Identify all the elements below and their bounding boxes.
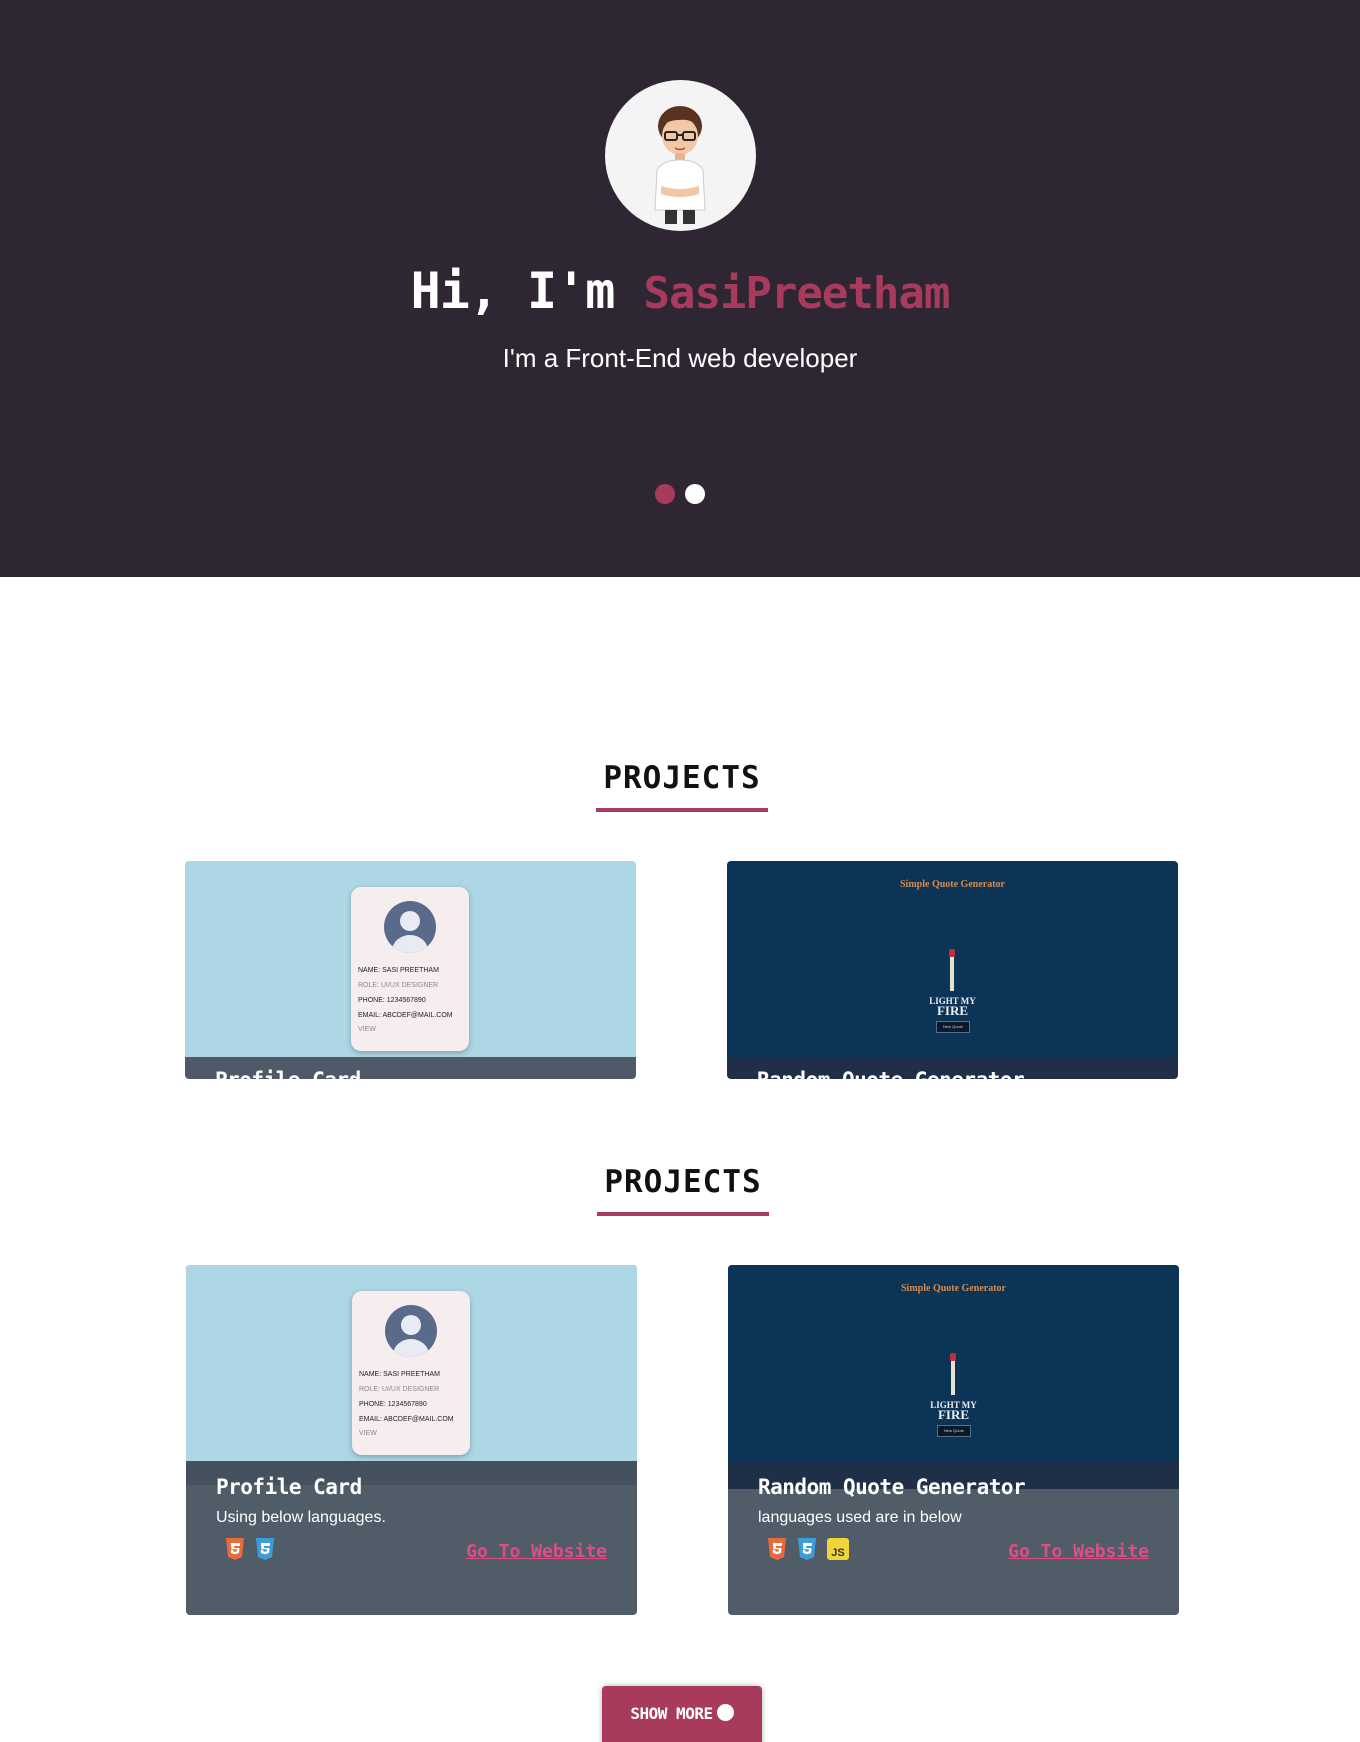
quote-preview-text: LIGHT MY FIRE: [728, 1401, 1179, 1422]
card-title: Profile Card: [216, 1475, 362, 1499]
project-card[interactable]: NAME: SASI PREETHAM ROLE: UI/UX DESIGNER…: [185, 861, 636, 1079]
preview-role: ROLE: UI/UX DESIGNER: [359, 1386, 440, 1393]
preview-email: EMAIL: ABCDEF@MAIL.COM: [358, 1012, 453, 1019]
hero-section: Hi, I'm SasiPreetham I'm a Front-End web…: [0, 0, 1360, 577]
html5-icon: [226, 1538, 244, 1560]
quote-preview-title: Simple Quote Generator: [900, 879, 1005, 890]
match-head-icon: [949, 949, 955, 957]
preview-view: VIEW: [359, 1430, 377, 1437]
project-card: Simple Quote Generator LIGHT MY FIRE New…: [728, 1265, 1179, 1615]
carousel-dot-1[interactable]: [655, 484, 675, 504]
project-thumbnail: NAME: SASI PREETHAM ROLE: UI/UX DESIGNER…: [186, 1265, 637, 1461]
card-title: Profile Card: [215, 1068, 361, 1079]
hero-greeting: Hi, I'm: [410, 262, 616, 320]
preview-name: NAME: SASI PREETHAM: [359, 1371, 440, 1378]
language-icons: [224, 1537, 280, 1561]
preview-phone: PHONE: 1234567890: [359, 1401, 427, 1408]
user-silhouette-icon: [385, 1305, 437, 1357]
hero-heading: Hi, I'm SasiPreetham: [0, 262, 1360, 320]
hero-subtitle: I'm a Front-End web developer: [502, 343, 858, 373]
section-title: PROJECTS: [596, 760, 768, 812]
matchstick-icon: [950, 953, 954, 991]
section-underline: [597, 1212, 769, 1216]
project-thumbnail: Simple Quote Generator LIGHT MY FIRE New…: [728, 1265, 1179, 1461]
new-quote-button-preview: New Quote: [937, 1425, 971, 1437]
css3-icon: [256, 1538, 275, 1560]
project-card[interactable]: Simple Quote Generator LIGHT MY FIRE New…: [727, 861, 1178, 1079]
css3-icon: [798, 1538, 817, 1560]
carousel-dots: [0, 484, 1360, 504]
cartoon-avatar-icon: [654, 106, 706, 224]
go-to-website-link[interactable]: Go To Website: [1008, 1541, 1149, 1562]
chevron-down-icon: [716, 1704, 734, 1733]
section-title-text: PROJECTS: [604, 1164, 762, 1200]
preview-email: EMAIL: ABCDEF@MAIL.COM: [359, 1416, 454, 1423]
quote-preview-title: Simple Quote Generator: [901, 1283, 1006, 1294]
quote-line-2: FIRE: [936, 1003, 969, 1018]
section-title-text: PROJECTS: [603, 760, 761, 796]
project-card: NAME: SASI PREETHAM ROLE: UI/UX DESIGNER…: [186, 1265, 637, 1615]
card-description: languages used are in below: [758, 1509, 962, 1526]
user-silhouette-icon: [384, 901, 436, 953]
hero-name: SasiPreetham: [643, 268, 950, 319]
go-to-website-link[interactable]: Go To Website: [466, 1541, 607, 1562]
show-more-label: SHOW MORE: [630, 1704, 713, 1723]
preview-role: ROLE: UI/UX DESIGNER: [358, 982, 439, 989]
new-quote-button-preview: New Quote: [936, 1021, 970, 1033]
project-thumbnail: Simple Quote Generator LIGHT MY FIRE New…: [727, 861, 1178, 1057]
project-thumbnail: NAME: SASI PREETHAM ROLE: UI/UX DESIGNER…: [185, 861, 636, 1057]
show-more-button[interactable]: SHOW MORE: [602, 1686, 762, 1742]
card-description: Using below languages.: [216, 1509, 386, 1526]
matchstick-icon: [951, 1357, 955, 1395]
svg-text:JS: JS: [831, 1547, 844, 1559]
card-title: Random Quote Generator: [758, 1475, 1026, 1499]
section-title: PROJECTS: [597, 1164, 769, 1216]
card-title: Random Quote Generator: [757, 1068, 1025, 1079]
match-head-icon: [950, 1353, 956, 1361]
preview-phone: PHONE: 1234567890: [358, 997, 426, 1004]
quote-preview-text: LIGHT MY FIRE: [727, 997, 1178, 1018]
section-underline: [596, 808, 768, 812]
js-icon: JS: [826, 1538, 849, 1560]
profile-card-preview: NAME: SASI PREETHAM ROLE: UI/UX DESIGNER…: [352, 1291, 470, 1455]
profile-avatar: [605, 80, 756, 231]
profile-card-preview: NAME: SASI PREETHAM ROLE: UI/UX DESIGNER…: [351, 887, 469, 1051]
language-icons: JS: [766, 1537, 853, 1561]
preview-view: VIEW: [358, 1026, 376, 1033]
preview-name: NAME: SASI PREETHAM: [358, 967, 439, 974]
carousel-dot-2[interactable]: [685, 484, 705, 504]
quote-line-2: FIRE: [937, 1407, 970, 1422]
html5-icon: [768, 1538, 786, 1560]
